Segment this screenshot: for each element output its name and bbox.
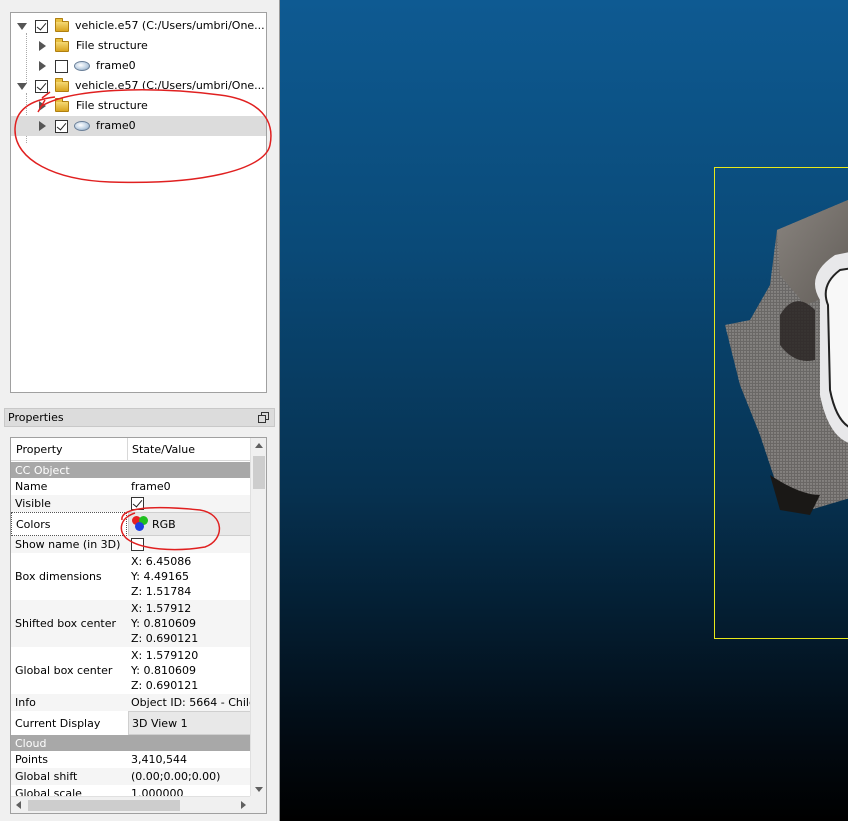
prop-row-colors[interactable]: Colors RGB	[11, 512, 251, 536]
tree-item-vehicle-1[interactable]: vehicle.e57 (C:/Users/umbri/One...	[11, 16, 266, 36]
tree-item-frame0-1[interactable]: frame0	[11, 56, 266, 76]
section-label: CC Object	[15, 463, 70, 477]
shifted-z: Z: 0.690121	[131, 632, 199, 645]
left-panel: vehicle.e57 (C:/Users/umbri/One... File …	[0, 0, 279, 821]
prop-value: 3,410,544	[131, 753, 187, 766]
cloud-icon	[74, 61, 90, 71]
properties-table[interactable]: Property State/Value CC Object Name fram…	[10, 437, 267, 814]
global-y: Y: 0.810609	[131, 664, 196, 677]
value-column-header[interactable]: State/Value	[127, 438, 195, 461]
box-dim-y: Y: 4.49165	[131, 570, 189, 583]
tree-item-label: vehicle.e57 (C:/Users/umbri/One...	[75, 19, 265, 32]
prop-row-info[interactable]: Info Object ID: 5664 - Child	[11, 694, 251, 711]
tree-checkbox[interactable]	[55, 60, 68, 73]
tree-item-file-structure-1[interactable]: File structure	[11, 36, 266, 56]
scroll-thumb[interactable]	[28, 800, 180, 811]
prop-name: Box dimensions	[15, 570, 102, 583]
prop-name: Global box center	[15, 664, 113, 677]
prop-value: X: 1.57912 Y: 0.810609 Z: 0.690121	[128, 600, 251, 647]
prop-value[interactable]: frame0	[128, 478, 251, 495]
prop-name: Visible	[15, 497, 51, 510]
property-column-header[interactable]: Property	[11, 438, 63, 461]
point-cloud	[725, 200, 848, 515]
tree-item-label: File structure	[76, 39, 148, 52]
folder-icon	[55, 18, 69, 32]
rgb-icon	[132, 516, 148, 532]
prop-value: Object ID: 5664 - Child	[131, 696, 251, 709]
collapse-arrow-icon[interactable]	[36, 116, 48, 136]
prop-value: X: 6.45086 Y: 4.49165 Z: 1.51784	[128, 553, 251, 600]
global-z: Z: 0.690121	[131, 679, 199, 692]
prop-name: Info	[15, 696, 36, 709]
tree-checkbox[interactable]	[35, 80, 48, 93]
colors-combo[interactable]: RGB	[128, 512, 251, 536]
tree-item-label: frame0	[96, 119, 136, 132]
scroll-thumb[interactable]	[253, 456, 265, 489]
section-label: Cloud	[15, 736, 47, 750]
scroll-right-icon[interactable]	[241, 801, 246, 809]
collapse-arrow-icon[interactable]	[36, 96, 48, 116]
tree-checkbox[interactable]	[55, 120, 68, 133]
section-cc-object: CC Object	[11, 462, 251, 478]
prop-name: Colors	[11, 512, 127, 536]
db-tree[interactable]: vehicle.e57 (C:/Users/umbri/One... File …	[10, 12, 267, 393]
properties-header: Property State/Value	[11, 438, 251, 461]
prop-row-global-center[interactable]: Global box center X: 1.579120 Y: 0.81060…	[11, 647, 251, 694]
tree-item-file-structure-2[interactable]: File structure	[11, 96, 266, 116]
show-name-checkbox[interactable]	[131, 538, 144, 551]
prop-row-points[interactable]: Points 3,410,544	[11, 751, 251, 768]
prop-row-current-display[interactable]: Current Display 3D View 1	[11, 711, 251, 735]
prop-name: Points	[15, 753, 49, 766]
prop-row-shifted-center[interactable]: Shifted box center X: 1.57912 Y: 0.81060…	[11, 600, 251, 647]
prop-row-visible[interactable]: Visible	[11, 495, 251, 512]
folder-icon	[55, 38, 69, 52]
horizontal-scrollbar[interactable]	[11, 796, 251, 813]
collapse-arrow-icon[interactable]	[36, 56, 48, 76]
cloud-icon	[74, 121, 90, 131]
folder-icon	[55, 78, 69, 92]
prop-row-box-dimensions[interactable]: Box dimensions X: 6.45086 Y: 4.49165 Z: …	[11, 553, 251, 600]
scroll-down-icon[interactable]	[255, 787, 263, 792]
shifted-x: X: 1.57912	[131, 602, 192, 615]
folder-icon	[55, 98, 69, 112]
expand-arrow-icon[interactable]	[16, 76, 28, 96]
current-display-combo[interactable]: 3D View 1	[128, 711, 251, 735]
prop-value	[128, 536, 251, 553]
box-dim-x: X: 6.45086	[131, 555, 192, 568]
collapse-arrow-icon[interactable]	[36, 36, 48, 56]
prop-name: Shifted box center	[15, 617, 117, 630]
tree-item-frame0-2[interactable]: frame0	[11, 116, 266, 136]
visible-checkbox[interactable]	[131, 497, 144, 510]
tree-item-label: frame0	[96, 59, 136, 72]
box-dim-z: Z: 1.51784	[131, 585, 192, 598]
tree-item-label: File structure	[76, 99, 148, 112]
scroll-corner	[250, 796, 266, 813]
scroll-up-icon[interactable]	[255, 443, 263, 448]
prop-name: Global shift	[15, 770, 78, 783]
colors-value: RGB	[152, 517, 176, 531]
prop-value: X: 1.579120 Y: 0.810609 Z: 0.690121	[128, 647, 251, 694]
prop-name: Name	[15, 480, 48, 493]
shifted-y: Y: 0.810609	[131, 617, 196, 630]
3d-view[interactable]	[279, 0, 848, 821]
tree-item-vehicle-2[interactable]: vehicle.e57 (C:/Users/umbri/One...	[11, 76, 266, 96]
prop-name: Show name (in 3D)	[15, 538, 121, 551]
tree-checkbox[interactable]	[35, 20, 48, 33]
scroll-left-icon[interactable]	[16, 801, 21, 809]
float-dock-icon[interactable]	[258, 412, 269, 423]
properties-dock-title: Properties	[4, 408, 275, 427]
prop-row-show-name[interactable]: Show name (in 3D)	[11, 536, 251, 553]
prop-value: (0.00;0.00;0.00)	[131, 770, 221, 783]
tree-item-label: vehicle.e57 (C:/Users/umbri/One...	[75, 79, 265, 92]
prop-name: Current Display	[15, 716, 101, 730]
prop-value	[128, 495, 251, 512]
global-x: X: 1.579120	[131, 649, 199, 662]
prop-row-name[interactable]: Name frame0	[11, 478, 251, 495]
section-cloud: Cloud	[11, 735, 251, 751]
expand-arrow-icon[interactable]	[16, 16, 28, 36]
properties-title-label: Properties	[8, 411, 64, 424]
prop-row-global-shift[interactable]: Global shift (0.00;0.00;0.00)	[11, 768, 251, 785]
vertical-scrollbar[interactable]	[250, 438, 266, 797]
